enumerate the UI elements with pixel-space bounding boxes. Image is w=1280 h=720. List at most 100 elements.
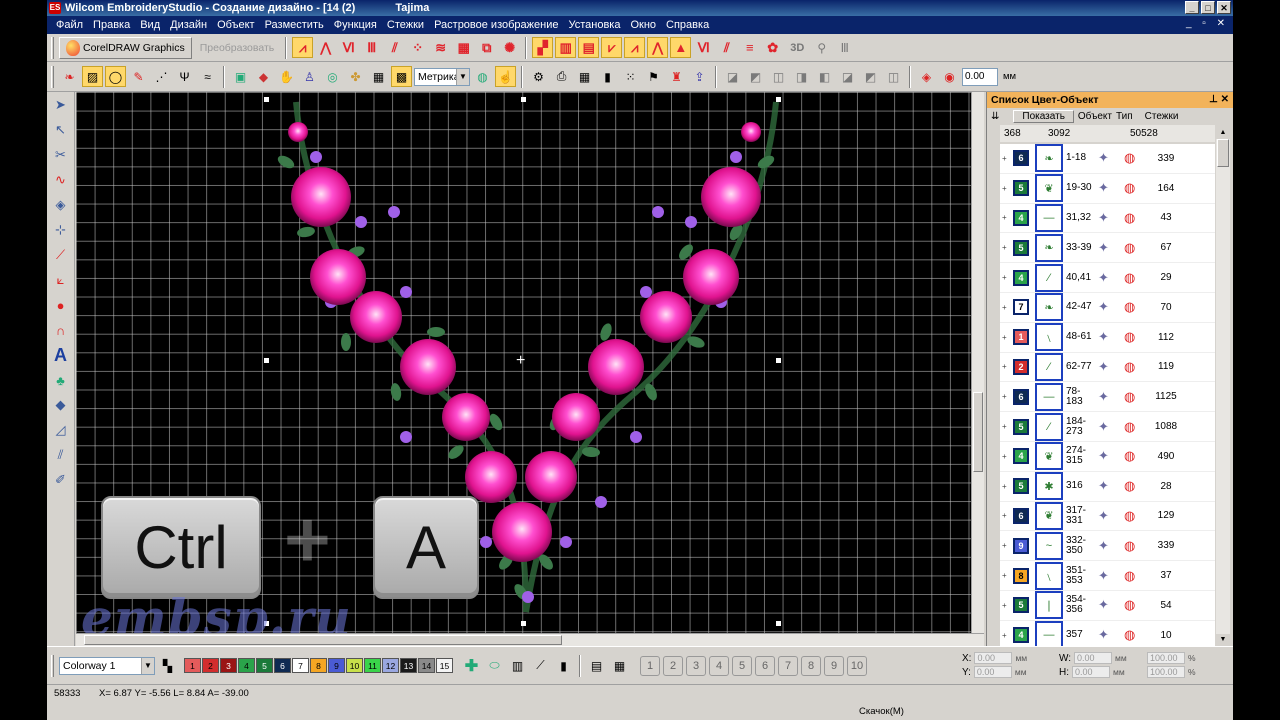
color-object-row[interactable]: +2 ⁄ 62-77 ✦ ◍ 119: [1000, 352, 1215, 383]
dots-stitch-icon[interactable]: ⁘: [407, 37, 428, 58]
arrange-icon-5[interactable]: ◧: [814, 66, 835, 87]
palette-icon[interactable]: ✤: [345, 66, 366, 87]
grid-stitch-icon[interactable]: ▦: [453, 37, 474, 58]
palette-swatch[interactable]: 8: [310, 658, 327, 673]
y-field[interactable]: 0.00: [973, 666, 1012, 678]
color-object-row[interactable]: +5 ❘ 354-356 ✦ ◍ 54: [1000, 591, 1215, 621]
color-object-row[interactable]: +5 ✱ 316 ✦ ◍ 28: [1000, 472, 1215, 502]
fill-mode-icon-11[interactable]: ✿: [762, 37, 783, 58]
arrange-icon-4[interactable]: ◨: [791, 66, 812, 87]
colorway-select[interactable]: Colorway 1 ▼: [59, 656, 155, 675]
branch-icon[interactable]: ⊹: [50, 219, 72, 241]
sequence-number-button[interactable]: 6: [755, 655, 775, 676]
pointer-icon[interactable]: ☝: [495, 66, 516, 87]
palette-swatch[interactable]: 3: [220, 658, 237, 673]
units-select[interactable]: Метрика ▼: [414, 67, 470, 86]
close-button[interactable]: ✕: [1217, 1, 1231, 14]
col-object-header[interactable]: Объект: [1078, 111, 1112, 122]
feather-icon[interactable]: ✎: [128, 66, 149, 87]
palette-swatch[interactable]: 13: [400, 658, 417, 673]
fill-mode-icon-9[interactable]: ⫽: [716, 37, 737, 58]
menu-help[interactable]: Справка: [661, 19, 714, 31]
convert-button[interactable]: Преобразовать: [194, 42, 281, 54]
menu-stitches[interactable]: Стежки: [382, 19, 429, 31]
expand-icon[interactable]: +: [1002, 422, 1010, 431]
scroll-thumb[interactable]: [1217, 139, 1229, 167]
thread-chart-icon[interactable]: ▥: [507, 655, 528, 676]
sequence-number-button[interactable]: 9: [824, 655, 844, 676]
show-button[interactable]: Показать: [1013, 110, 1074, 123]
expand-all-icon[interactable]: ⇊: [991, 111, 999, 122]
arrange-icon-1[interactable]: ◪: [722, 66, 743, 87]
sequence-number-button[interactable]: 7: [778, 655, 798, 676]
3d-effect-button[interactable]: 3D: [785, 37, 809, 58]
selection-handle[interactable]: [776, 97, 781, 102]
sequence-number-button[interactable]: 10: [847, 655, 867, 676]
arrange-icon-2[interactable]: ◩: [745, 66, 766, 87]
selection-handle[interactable]: [776, 621, 781, 626]
selection-handle[interactable]: [776, 358, 781, 363]
dots-grid-icon[interactable]: ⁙: [620, 66, 641, 87]
canvas-horizontal-scrollbar[interactable]: [76, 633, 984, 646]
x-field[interactable]: 0.00: [974, 652, 1013, 664]
run-line-icon[interactable]: ⋰: [151, 66, 172, 87]
arrange-icon-8[interactable]: ◫: [883, 66, 904, 87]
expand-icon[interactable]: +: [1002, 541, 1010, 550]
weld-icon[interactable]: ◈: [916, 66, 937, 87]
coreldraw-button[interactable]: CorelDRAW Graphics: [59, 36, 192, 59]
expand-icon[interactable]: +: [1002, 213, 1010, 222]
palette-swatch[interactable]: 11: [364, 658, 381, 673]
fill-mode-icon-5[interactable]: ⩘: [624, 37, 646, 58]
menu-object[interactable]: Объект: [212, 19, 259, 31]
shapes-icon[interactable]: ◆: [253, 66, 274, 87]
wave-icon[interactable]: ≈: [197, 66, 218, 87]
stamp-icon[interactable]: ♜: [666, 66, 687, 87]
palette-swatch[interactable]: 15: [436, 658, 453, 673]
mdi-window-controls[interactable]: _ ▫ ✕: [1186, 18, 1229, 29]
wave-stitch-icon[interactable]: ≋: [430, 37, 451, 58]
arrange-icon-6[interactable]: ◪: [837, 66, 858, 87]
canvas-vertical-scrollbar[interactable]: [971, 92, 984, 633]
export-icon[interactable]: ⇪: [689, 66, 710, 87]
sequence-number-button[interactable]: 8: [801, 655, 821, 676]
color-object-row[interactable]: +4 ⁄ 40,41 ✦ ◍ 29: [1000, 263, 1215, 293]
select-arrow-icon[interactable]: ➤: [50, 94, 72, 116]
sequence-icon-1[interactable]: ▤: [586, 655, 607, 676]
palette-swatch[interactable]: 2: [202, 658, 219, 673]
pattern-stitch-icon[interactable]: Ⅲ: [361, 37, 382, 58]
crop-icon[interactable]: ◿: [50, 419, 72, 441]
tatami-stitch-icon[interactable]: ⋀: [315, 37, 336, 58]
stitch-lines-icon[interactable]: ⫽: [50, 444, 72, 466]
menu-arrange[interactable]: Разместить: [260, 19, 329, 31]
add-color-icon[interactable]: ✚: [461, 655, 482, 676]
palette-swatch[interactable]: 12: [382, 658, 399, 673]
color-object-row[interactable]: +4 ❦ 274-315 ✦ ◍ 490: [1000, 442, 1215, 472]
node-icon[interactable]: ◈: [50, 194, 72, 216]
expand-icon[interactable]: +: [1002, 482, 1010, 491]
docker-scrollbar[interactable]: ▲ ▼: [1216, 127, 1230, 646]
scissors-icon[interactable]: ✂: [50, 144, 72, 166]
menu-setup[interactable]: Установка: [563, 19, 625, 31]
color-object-row[interactable]: +4 —357 ✦ ◍ 10: [1000, 621, 1215, 646]
menu-view[interactable]: Вид: [135, 19, 165, 31]
fill-mode-icon-10[interactable]: ≡: [739, 37, 760, 58]
leaf-red-icon[interactable]: ❧: [59, 66, 80, 87]
menu-window[interactable]: Окно: [625, 19, 661, 31]
hand-icon[interactable]: ✋: [276, 66, 297, 87]
maximize-button[interactable]: □: [1201, 1, 1215, 14]
toolbar-grip[interactable]: [51, 654, 54, 677]
sequence-icon-2[interactable]: ▦: [609, 655, 630, 676]
docker-pin-close-icons[interactable]: ⊥ ✕: [1209, 92, 1229, 108]
expand-icon[interactable]: +: [1002, 154, 1010, 163]
fill-mode-icon-7[interactable]: ▲: [670, 37, 692, 58]
trim-icon[interactable]: ◉: [939, 66, 960, 87]
leaf-outline-icon[interactable]: ◯: [105, 66, 126, 87]
scroll-thumb[interactable]: [84, 635, 562, 645]
scroll-thumb[interactable]: [973, 392, 983, 472]
scroll-down-icon[interactable]: ▼: [1216, 634, 1230, 646]
selection-handle[interactable]: [521, 621, 526, 626]
color-object-row[interactable]: +6 —78-183 ✦ ◍ 1125: [1000, 382, 1215, 413]
fork-icon[interactable]: Ψ: [174, 66, 195, 87]
machine-icon[interactable]: ⚙: [528, 66, 549, 87]
toolbar-grip[interactable]: [51, 36, 54, 59]
